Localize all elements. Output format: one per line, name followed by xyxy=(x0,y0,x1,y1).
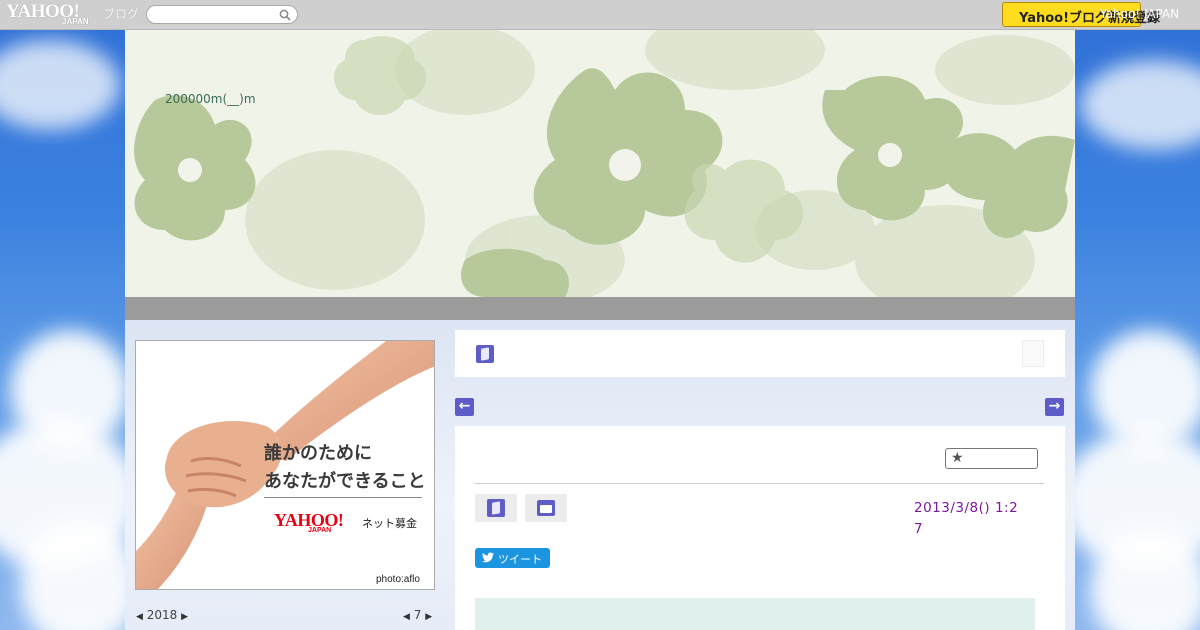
blog-label[interactable]: ブログ xyxy=(103,5,139,22)
next-month-icon[interactable]: ▶ xyxy=(425,612,432,622)
book-icon xyxy=(487,499,505,517)
logo-sub: JAPAN xyxy=(62,17,89,26)
ad-brand-sub: JAPAN xyxy=(308,527,332,534)
nav-bar xyxy=(125,297,1075,320)
donation-ad[interactable]: 誰かのために あなたができること YAHOO! JAPAN ネット募金 phot… xyxy=(135,340,435,590)
ad-credit: photo:aflo xyxy=(376,574,420,585)
year-nav: ◀ 2018 ▶ xyxy=(136,608,188,622)
post-date: 2013/3/8() 1:27 xyxy=(914,500,1019,537)
next-year-icon[interactable]: ▶ xyxy=(181,612,188,622)
theme-button[interactable] xyxy=(475,494,517,522)
search-icon[interactable] xyxy=(279,9,291,21)
ad-service: ネット募金 xyxy=(362,517,417,530)
header-banner: 200000m(__)m xyxy=(125,30,1075,297)
tweet-label: ツイート xyxy=(498,553,542,566)
cloud xyxy=(0,40,120,130)
month-label: 7 xyxy=(413,608,422,622)
next-article-icon[interactable]: → xyxy=(1045,398,1064,416)
month-nav: ◀ 7 ▶ xyxy=(403,608,432,622)
article-header-panel xyxy=(455,330,1065,377)
article-body xyxy=(475,598,1035,630)
hibiscus-pattern xyxy=(134,30,1075,297)
year-label: 2018 xyxy=(146,608,178,622)
article-divider xyxy=(475,483,1044,484)
folder-icon xyxy=(537,500,555,516)
category-button[interactable] xyxy=(525,494,567,522)
article-icon xyxy=(476,345,494,363)
handshake-image xyxy=(136,341,434,589)
tweet-button[interactable]: ツイート xyxy=(475,548,550,568)
favorite-button[interactable]: ★ xyxy=(945,448,1038,469)
blog-title[interactable]: 200000m(__)m xyxy=(165,92,256,106)
top-bar: YAHOO! JAPAN ブログ Yahoo!ブログ新規登録 Yahoo! JA… xyxy=(0,0,1200,30)
prev-article-icon[interactable]: ← xyxy=(455,398,474,416)
panel-button[interactable] xyxy=(1022,340,1044,367)
twitter-bird-icon xyxy=(482,552,494,563)
yahoo-japan-link[interactable]: Yahoo! JAPAN xyxy=(1100,7,1179,21)
ad-headline-2: あなたができること xyxy=(264,471,426,492)
search-input[interactable] xyxy=(146,5,298,24)
prev-year-icon[interactable]: ◀ xyxy=(136,612,143,622)
star-icon: ★ xyxy=(951,450,964,466)
cloud xyxy=(1080,60,1200,150)
prev-month-icon[interactable]: ◀ xyxy=(403,612,410,622)
ad-divider xyxy=(264,497,422,498)
ad-headline-1: 誰かのために xyxy=(264,443,372,464)
